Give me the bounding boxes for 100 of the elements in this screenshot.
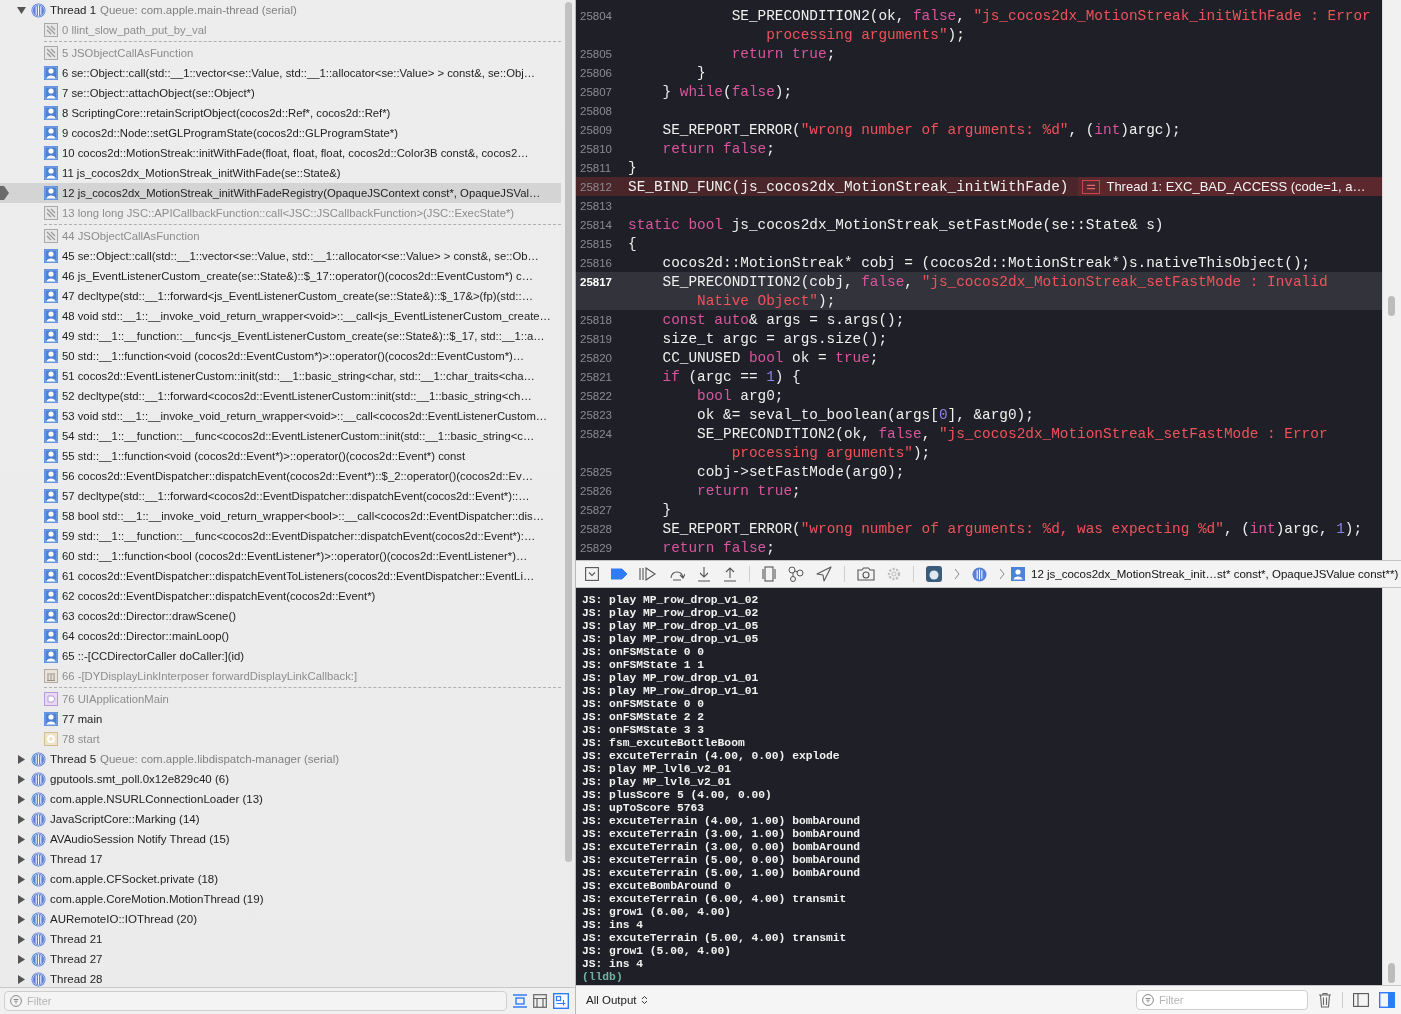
disclosure-triangle-icon[interactable] [17, 854, 26, 864]
continue-icon[interactable] [639, 567, 657, 581]
stack-frame[interactable]: 58 bool std::__1::__invoke_void_return_wrapper<bool>::__call<cocos2d::EventDispatcher::dis… [0, 506, 561, 526]
code-line: } [696, 64, 706, 81]
disclosure-triangle-icon[interactable] [17, 954, 26, 964]
stack-frame[interactable]: 50 std::__1::function<void (cocos2d::EventCustom*)>::operator()(cocos2d::EventCustom*)… [0, 346, 561, 366]
code-line: CC_UNUSED bool ok = true; [661, 349, 879, 366]
stack-frame[interactable]: 9 cocos2d::Node::setGLProgramState(cocos2d::GLProgramState*) [0, 123, 561, 143]
thread-row[interactable]: Thread 17 [0, 849, 575, 869]
person-icon [44, 369, 58, 383]
frame-focus-icon[interactable] [513, 994, 527, 1008]
library-frame-icon [44, 46, 58, 60]
disclosure-triangle-icon[interactable] [17, 934, 26, 944]
stack-frame[interactable]: 64 cocos2d::Director::mainLoop() [0, 626, 561, 646]
scrollbar[interactable] [565, 2, 572, 862]
stack-frame[interactable]: 61 cocos2d::EventDispatcher::dispatchEventToListeners(cocos2d::EventDispatcher::EventLi… [0, 566, 561, 586]
thread-icon [31, 911, 46, 927]
step-out-icon[interactable] [723, 566, 737, 582]
console-line: JS: ins 4 [582, 919, 644, 932]
disclosure-triangle-icon[interactable] [17, 774, 26, 784]
trash-icon[interactable] [1318, 992, 1332, 1008]
thread-row[interactable]: Thread 21 [0, 929, 575, 949]
filter-field[interactable]: Filter [1136, 990, 1308, 1010]
error-annotation[interactable]: Thread 1: EXC_BAD_ACCESS (code=1, a… [1078, 177, 1382, 196]
stack-frame[interactable]: 52 decltype(std::__1::forward<cocos2d::EventListenerCustom::init(std::__1::basic_string<ch… [0, 386, 561, 406]
disclosure-triangle-icon[interactable] [17, 834, 26, 844]
stack-frame[interactable]: 51 cocos2d::EventListenerCustom::init(std::__1::basic_string<char, std::__1::char_traits<cha… [0, 366, 561, 386]
chevron-icon [954, 568, 960, 580]
disclosure-triangle-icon[interactable] [17, 874, 26, 884]
stack-frame[interactable]: 59 std::__1::__function::__func<cocos2d::EventDispatcher::dispatchEvent(cocos2d::Event*):… [0, 526, 561, 546]
disclosure-triangle-icon[interactable] [17, 814, 26, 824]
stack-frame[interactable]: 10 cocos2d::MotionStreak::initWithFade(float, float, float, cocos2d::Color3B const&, cocos2… [0, 143, 561, 163]
breakpoint-icon[interactable] [611, 568, 627, 580]
thread-row[interactable]: com.apple.NSURLConnectionLoader (13) [0, 789, 575, 809]
console-line: JS: grow1 (5.00, 4.00) [582, 945, 733, 958]
stack-frame[interactable]: 49 std::__1::__function::__func<js_EventListenerCustom_create(se::State&)::$_17, std::__1::a… [0, 326, 561, 346]
thread-row[interactable]: AVAudioSession Notify Thread (15) [0, 829, 575, 849]
memory-graph-icon[interactable] [788, 566, 804, 582]
console-prompt: (lldb) [582, 971, 624, 984]
console-line: JS: onFSMState 2 2 [582, 711, 706, 724]
stack-frame[interactable]: 53 void std::__1::__invoke_void_return_wrapper<void>::__call<cocos2d::EventListenerCustom… [0, 406, 561, 426]
disclosure-triangle-icon[interactable] [17, 794, 26, 804]
scrollbar[interactable] [1388, 963, 1395, 983]
person-icon [44, 549, 58, 563]
line-number: 25815 [579, 237, 613, 250]
output-menu[interactable]: All Output [586, 994, 648, 1006]
hide-console-icon[interactable] [585, 567, 599, 581]
stack-frame[interactable]: 65 ::-[CCDirectorCaller doCaller:](id) [0, 646, 561, 666]
stack-frame[interactable]: 6 se::Object::call(std::__1::vector<se::Value, std::__1::allocator<se::Value> > const&, se::Obj… [0, 63, 561, 83]
stack-frame[interactable]: 47 decltype(std::__1::forward<js_EventListenerCustom_create(se::State&)::$_17&>(fp)(std::… [0, 286, 561, 306]
disclosure-triangle-icon[interactable] [17, 5, 26, 15]
person-icon [44, 649, 58, 663]
thread-row[interactable]: Thread 28 [0, 969, 575, 987]
stack-frame[interactable]: 63 cocos2d::Director::drawScene() [0, 606, 561, 626]
layout-icon[interactable] [533, 994, 547, 1008]
thread-row[interactable]: gputools.smt_poll.0x12e829c40 (6) [0, 769, 575, 789]
code-line: static bool js_cocos2dx_MotionStreak_setFastMode(se::State& s) [628, 216, 1164, 233]
stack-frame[interactable]: 12 js_cocos2dx_MotionStreak_initWithFadeRegistry(OpaqueJSContext const*, OpaqueJSVal… [0, 183, 561, 203]
camera-icon[interactable] [857, 567, 875, 581]
location-icon[interactable] [816, 566, 832, 582]
stack-frame[interactable]: 46 js_EventListenerCustom_create(se::State&)::$_17::operator()(cocos2d::EventCustom*) c… [0, 266, 561, 286]
stack-frame[interactable]: 56 cocos2d::EventDispatcher::dispatchEvent(cocos2d::Event*)::$_2::operator()(cocos2d::Ev… [0, 466, 561, 486]
disclosure-triangle-icon[interactable] [17, 974, 26, 984]
stack-frame[interactable]: 77 main [0, 709, 561, 729]
left-panel-icon[interactable] [1353, 993, 1369, 1007]
stack-frame[interactable]: 8 ScriptingCore::retainScriptObject(cocos2d::Ref*, cocos2d::Ref*) [0, 103, 561, 123]
stack-frame[interactable]: 55 std::__1::function<void (cocos2d::Event*)>::operator()(cocos2d::Event*) const [0, 446, 561, 466]
app-icon[interactable] [926, 566, 942, 582]
stack-frame[interactable]: 45 se::Object::call(std::__1::vector<se::Value, std::__1::allocator<se::Value> > const&, se::Ob… [0, 246, 561, 266]
disclosure-triangle-icon[interactable] [17, 754, 26, 764]
thread-row[interactable]: com.apple.CFSocket.private (18) [0, 869, 575, 889]
stack-frame[interactable]: 11 js_cocos2dx_MotionStreak_initWithFade(se::State&) [0, 163, 561, 183]
person-icon [44, 249, 58, 263]
stack-frame[interactable]: 48 void std::__1::__invoke_void_return_wrapper<void>::__call<js_EventListenerCustom_create… [0, 306, 561, 326]
stack-frame[interactable]: 7 se::Object::attachObject(se::Object*) [0, 83, 561, 103]
chevron-icon [999, 568, 1005, 580]
thread-icon[interactable] [972, 566, 987, 582]
stack-frame[interactable]: 60 std::__1::function<bool (cocos2d::EventListener*)>::operator()(cocos2d::EventListener*)… [0, 546, 561, 566]
disclosure-triangle-icon[interactable] [17, 894, 26, 904]
thread-icon [31, 751, 46, 767]
thread-row[interactable]: com.apple.CoreMotion.MotionThread (19) [0, 889, 575, 909]
scrollbar[interactable] [1388, 296, 1395, 316]
thread-icon [31, 2, 46, 18]
console-line: JS: excuteTerrain (5.00, 4.00) transmit [582, 932, 848, 945]
thread-row[interactable]: AURemoteIO::IOThread (20) [0, 909, 575, 929]
grid-view-icon[interactable] [553, 993, 569, 1009]
thread-row[interactable]: JavaScriptCore::Marking (14) [0, 809, 575, 829]
right-panel-icon[interactable] [1379, 992, 1395, 1008]
disclosure-triangle-icon[interactable] [17, 914, 26, 924]
step-into-icon[interactable] [697, 566, 711, 582]
console-line: JS: excuteTerrain (4.00, 0.00) explode [582, 750, 841, 763]
stack-frame[interactable]: 62 cocos2d::EventDispatcher::dispatchEvent(cocos2d::Event*) [0, 586, 561, 606]
thread-row[interactable]: Thread 1 Queue: com.apple.main-thread (serial) [0, 0, 575, 20]
person-icon [44, 569, 58, 583]
thread-row[interactable]: Thread 5 Queue: com.apple.libdispatch-manager (serial) [0, 749, 575, 769]
console-line: JS: excuteTerrain (5.00, 1.00) bombAround [582, 867, 861, 880]
stack-frame[interactable]: 57 decltype(std::__1::forward<cocos2d::EventDispatcher::dispatchEvent(cocos2d::Event*)::… [0, 486, 561, 506]
filter-field[interactable]: Filter [4, 991, 507, 1011]
stack-frame[interactable]: 54 std::__1::__function::__func<cocos2d::EventListenerCustom::init(std::__1::basic_string<c… [0, 426, 561, 446]
thread-row[interactable]: Thread 27 [0, 949, 575, 969]
